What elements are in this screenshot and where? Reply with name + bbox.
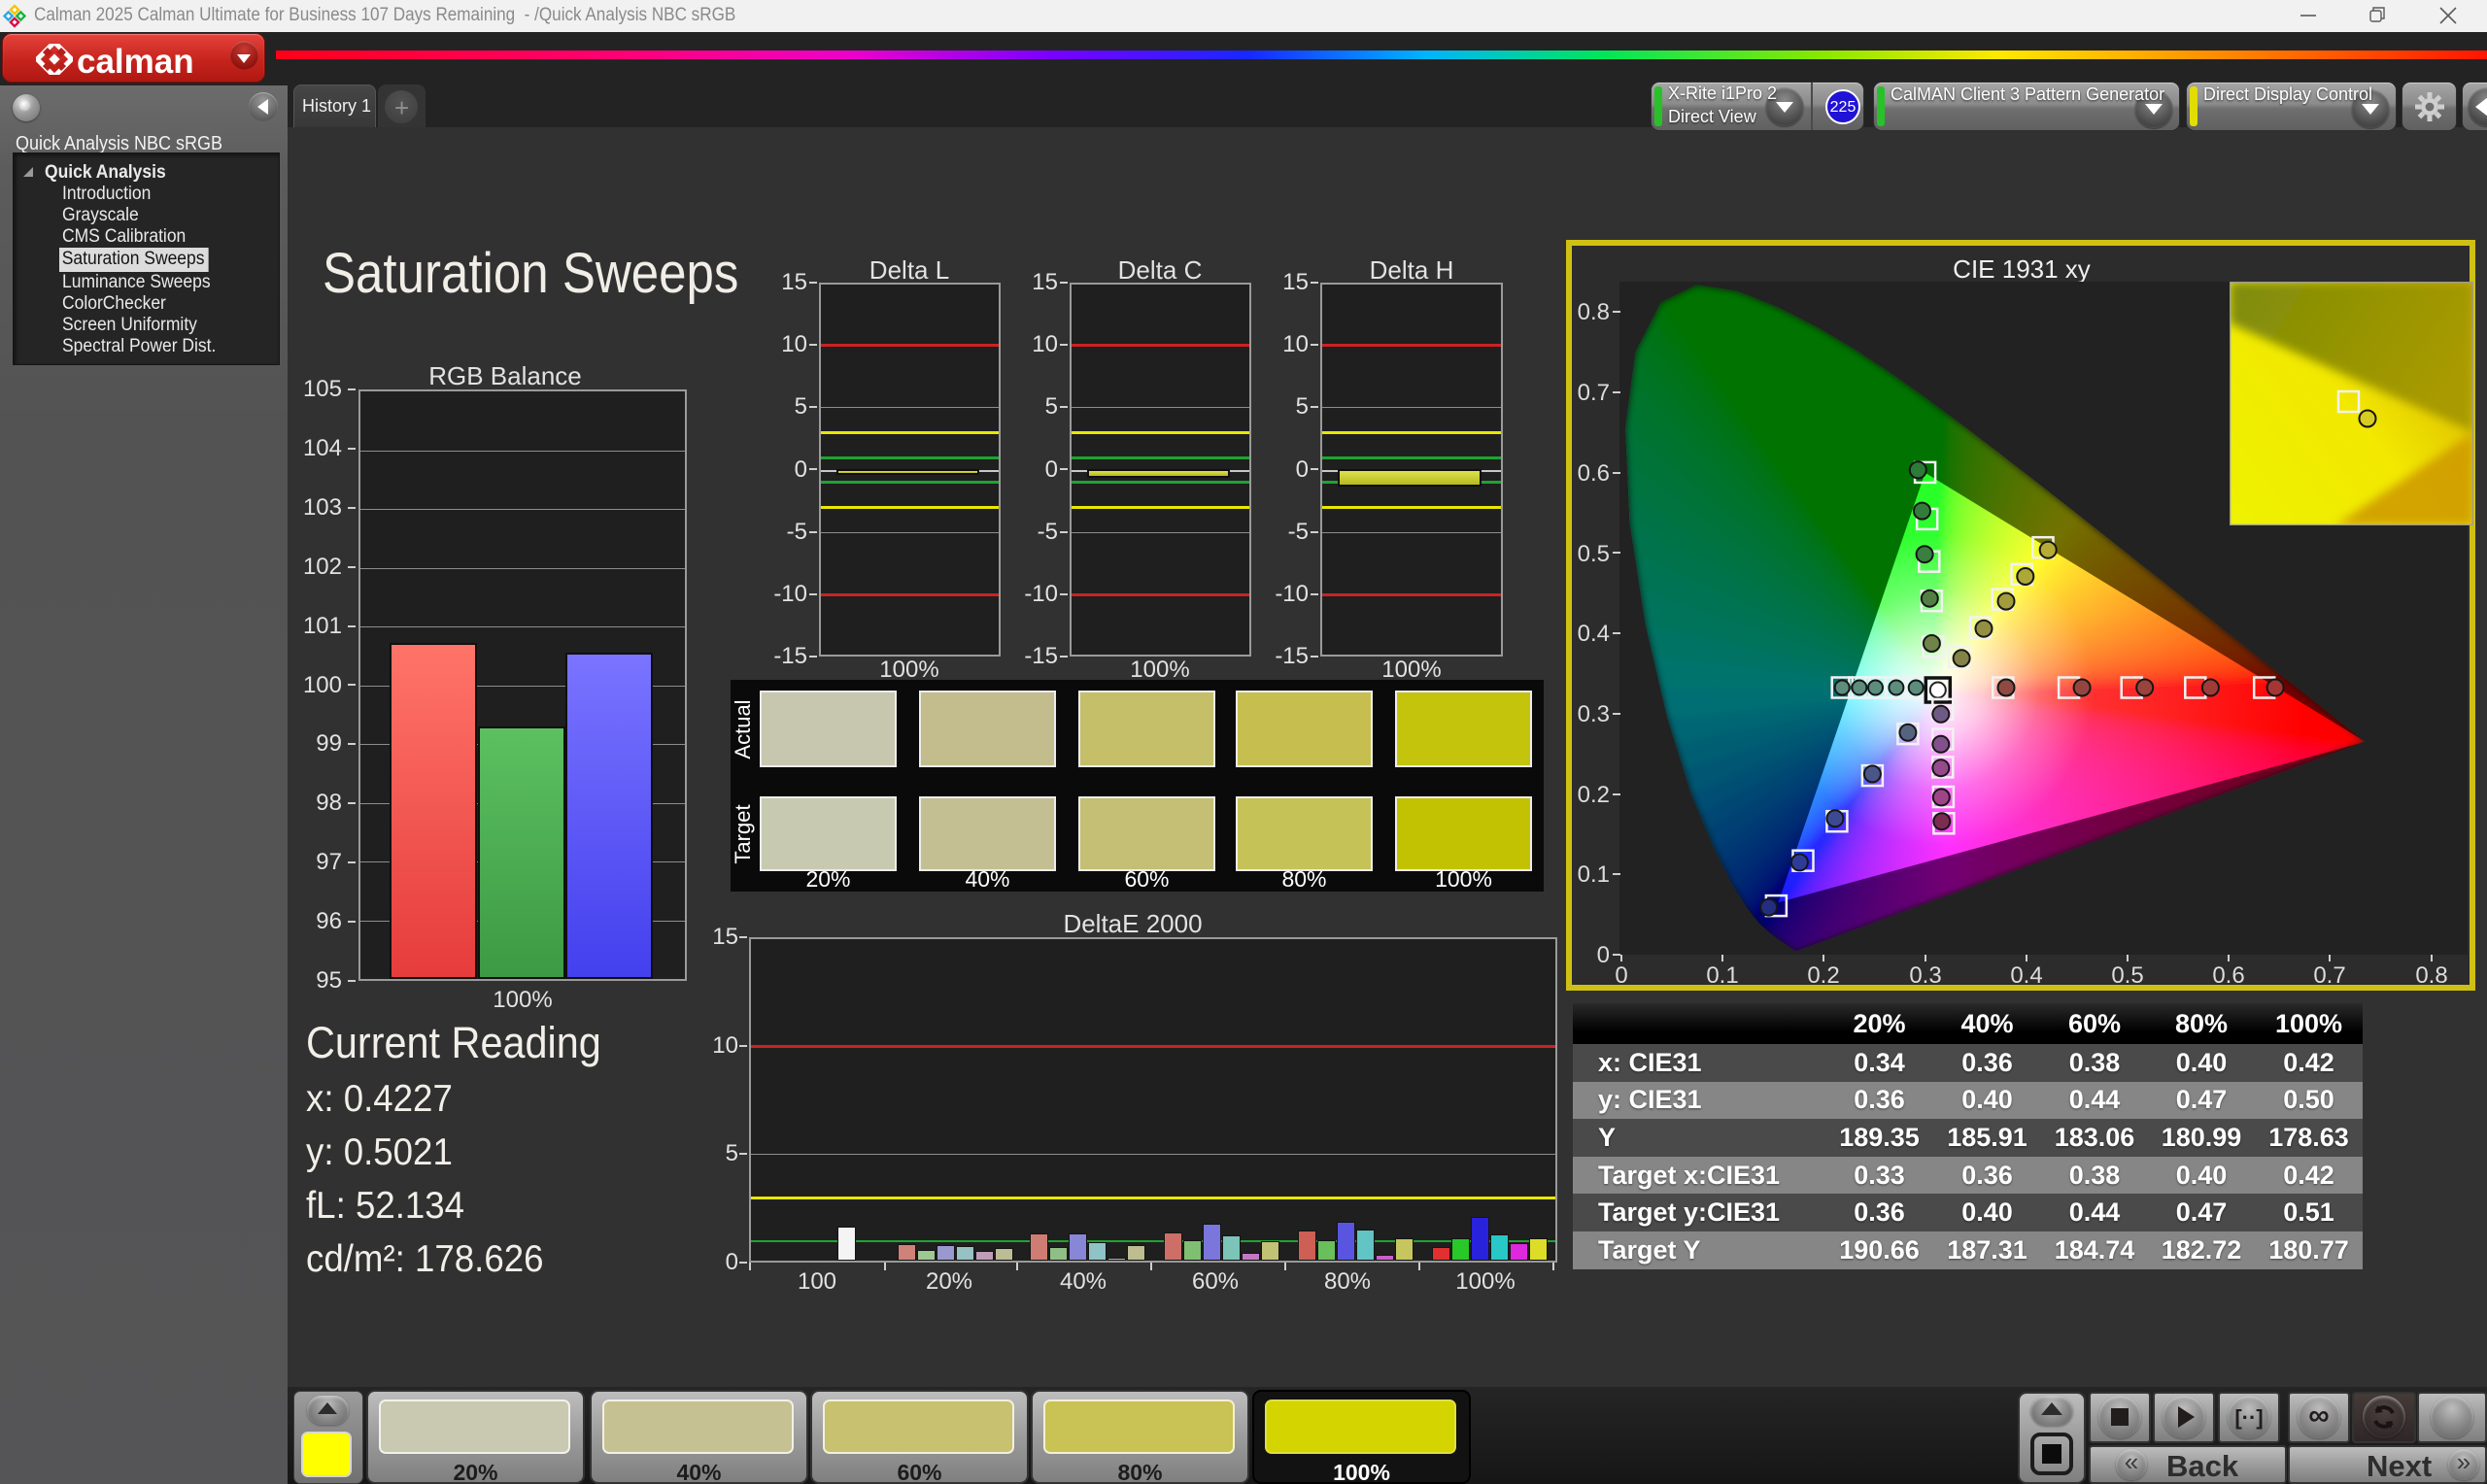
svg-text:0: 0: [1615, 962, 1627, 989]
svg-text:0.2: 0.2: [1807, 962, 1839, 989]
svg-text:0.7: 0.7: [2313, 962, 2345, 989]
svg-text:0.2: 0.2: [1578, 782, 1610, 808]
svg-text:0.7: 0.7: [1578, 380, 1610, 406]
svg-text:0.5: 0.5: [2111, 962, 2143, 989]
svg-text:0.8: 0.8: [2415, 962, 2447, 989]
svg-text:0.6: 0.6: [1578, 460, 1610, 487]
svg-text:0.8: 0.8: [1578, 299, 1610, 325]
svg-text:0.1: 0.1: [1706, 962, 1738, 989]
svg-text:0: 0: [1597, 942, 1610, 968]
svg-text:0.4: 0.4: [2010, 962, 2042, 989]
svg-text:0.3: 0.3: [1578, 701, 1610, 727]
svg-text:0.4: 0.4: [1578, 621, 1610, 647]
svg-text:0.6: 0.6: [2212, 962, 2244, 989]
svg-text:0.1: 0.1: [1578, 861, 1610, 888]
svg-text:0.3: 0.3: [1909, 962, 1941, 989]
svg-text:0.5: 0.5: [1578, 541, 1610, 567]
